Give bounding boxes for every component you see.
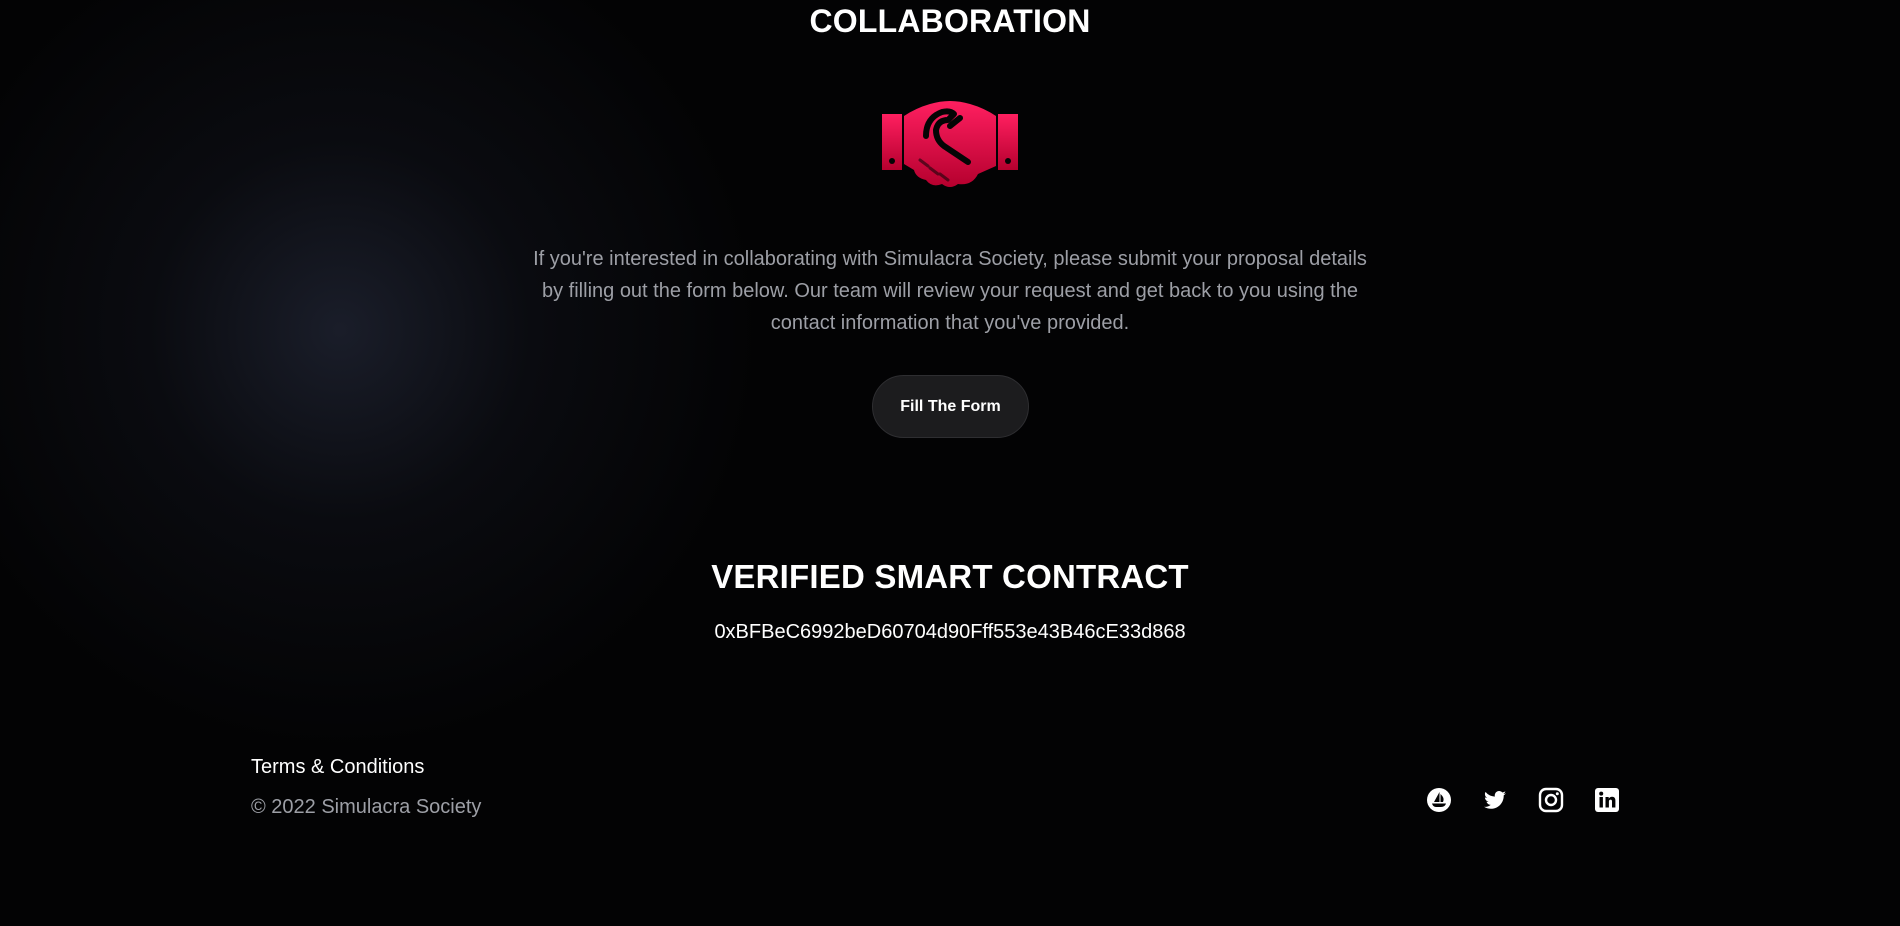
terms-and-conditions-link[interactable]: Terms & Conditions (251, 754, 424, 780)
page: COLLABORATION If you're interested in co… (0, 0, 1900, 926)
copyright-text: © 2022 Simulacra Society (251, 796, 482, 818)
twitter-icon[interactable] (1481, 786, 1509, 814)
handshake-icon (882, 101, 1018, 187)
instagram-icon[interactable] (1537, 786, 1565, 814)
verified-contract-title: VERIFIED SMART CONTRACT (711, 558, 1189, 595)
opensea-icon[interactable] (1425, 786, 1453, 814)
linkedin-icon[interactable] (1593, 786, 1621, 814)
fill-the-form-button[interactable]: Fill The Form (872, 375, 1029, 438)
contract-address: 0xBFBeC6992beD60704d90Fff553e43B46cE33d8… (714, 621, 1186, 643)
collaboration-description: If you're interested in collaborating wi… (533, 248, 1367, 334)
collaboration-title: COLLABORATION (809, 3, 1091, 39)
